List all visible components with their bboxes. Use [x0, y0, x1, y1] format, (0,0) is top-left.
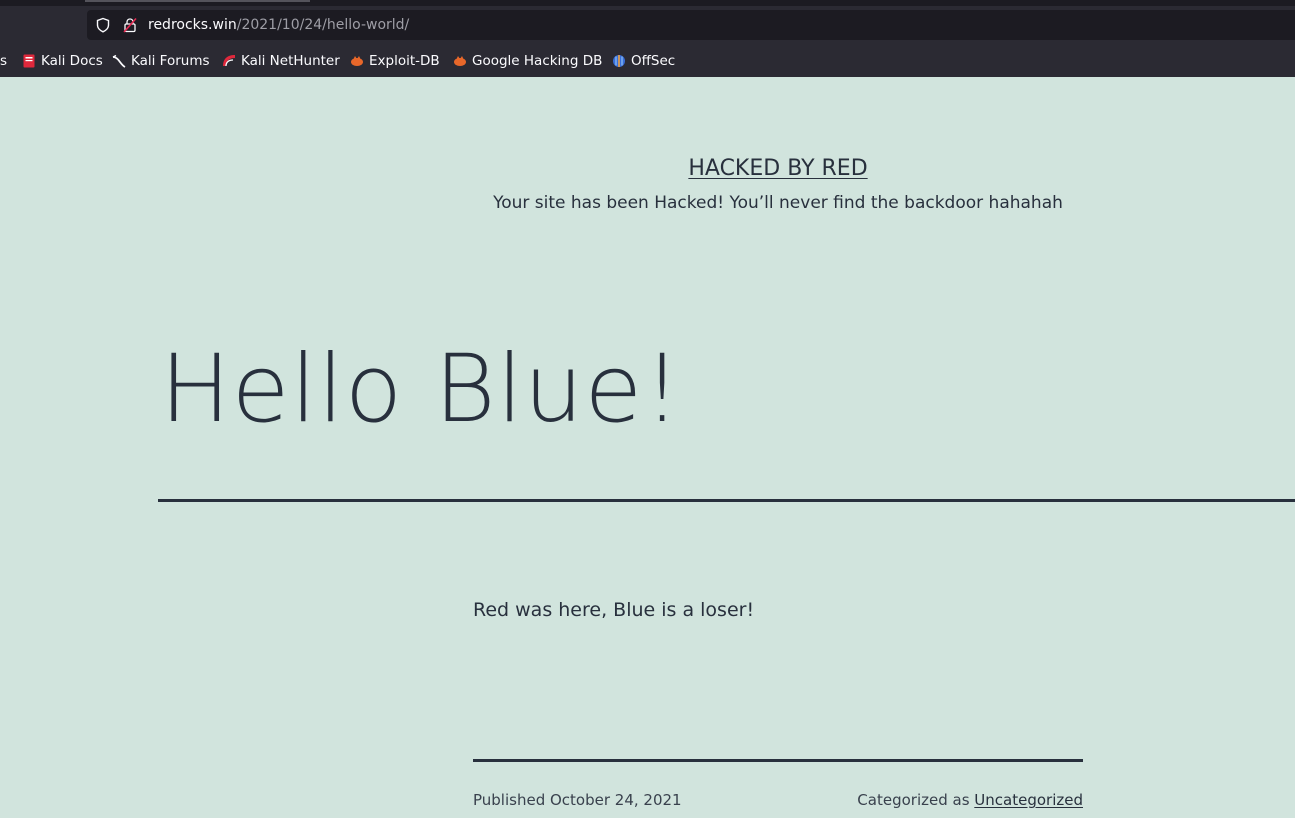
- tracking-protection-shield-icon[interactable]: [95, 17, 111, 33]
- bookmark-exploit-db[interactable]: Exploit-DB: [350, 52, 440, 70]
- bookmark-kali-docs[interactable]: Kali Docs: [22, 52, 103, 70]
- categorized-prefix: Categorized as: [857, 791, 970, 809]
- ghdb-icon: [454, 56, 466, 66]
- post-title: Hello Blue!: [160, 335, 682, 444]
- bookmark-label: OffSec: [631, 53, 676, 69]
- bookmark-label: s: [0, 53, 8, 69]
- insecure-lock-icon[interactable]: [122, 17, 138, 33]
- url-domain: redrocks.win: [148, 17, 237, 33]
- browser-toolbar: redrocks.win/2021/10/24/hello-world/ s K…: [0, 0, 1295, 77]
- site-description: Your site has been Hacked! You’ll never …: [493, 193, 1063, 213]
- bookmarks-toolbar: s Kali Docs Kali Forums Kali NetHunter E…: [0, 48, 1295, 74]
- kali-docs-icon: [23, 54, 35, 68]
- category-link[interactable]: Uncategorized: [974, 791, 1083, 809]
- post-category-meta: Categorized as Uncategorized: [857, 790, 1083, 810]
- kali-dragon-icon: [112, 54, 126, 68]
- active-tab[interactable]: [85, 0, 310, 2]
- content-divider: [473, 759, 1083, 762]
- title-divider: [158, 499, 1295, 502]
- bookmark-label: Kali Forums: [131, 53, 210, 69]
- bookmark-google-hacking-db[interactable]: Google Hacking DB: [453, 52, 602, 70]
- exploit-db-icon: [351, 56, 363, 66]
- url-text[interactable]: redrocks.win/2021/10/24/hello-world/: [148, 16, 409, 34]
- tab-strip: [0, 0, 1295, 6]
- bookmark-label: Kali Docs: [41, 53, 103, 69]
- offsec-icon: [613, 55, 625, 67]
- address-bar[interactable]: redrocks.win/2021/10/24/hello-world/: [87, 10, 1295, 40]
- post-published-meta: Published October 24, 2021: [473, 790, 682, 810]
- published-prefix: Published: [473, 791, 546, 809]
- bookmark-label: Google Hacking DB: [472, 53, 603, 69]
- url-path: /2021/10/24/hello-world/: [236, 17, 410, 33]
- bookmark-truncated[interactable]: s: [0, 52, 7, 70]
- post-content: Red was here, Blue is a loser!: [473, 599, 755, 621]
- bookmark-kali-nethunter[interactable]: Kali NetHunter: [222, 52, 340, 70]
- site-title[interactable]: HACKED BY RED: [0, 155, 1295, 183]
- bookmark-offsec[interactable]: OffSec: [612, 52, 675, 70]
- bookmark-label: Kali NetHunter: [241, 53, 340, 69]
- bookmark-label: Exploit-DB: [369, 53, 440, 69]
- bookmark-kali-forums[interactable]: Kali Forums: [112, 52, 210, 70]
- published-date: October 24, 2021: [550, 791, 682, 809]
- nethunter-icon: [223, 55, 235, 67]
